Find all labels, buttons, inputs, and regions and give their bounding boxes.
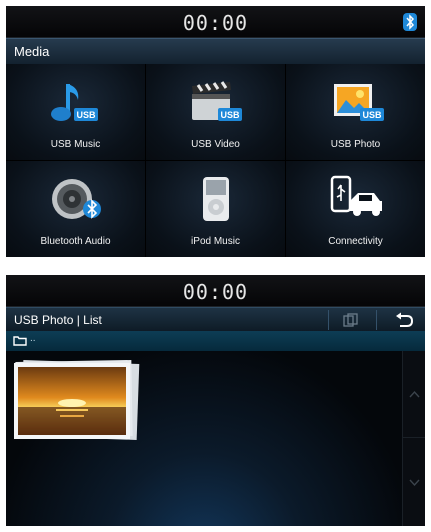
clock: 00:00 — [182, 11, 249, 35]
status-bar: 00:00 — [6, 6, 425, 38]
current-path: .. — [30, 333, 36, 344]
path-bar: .. — [6, 331, 425, 351]
usb-badge: USB — [76, 110, 96, 120]
title-bar: Media — [6, 38, 425, 64]
tile-usb-music[interactable]: USB USB Music — [6, 64, 145, 160]
media-screen: 00:00 Media USB USB Music USB USB Video … — [6, 6, 425, 257]
tile-label: USB Video — [191, 139, 240, 150]
media-grid: USB USB Music USB USB Video USB USB Phot… — [6, 64, 425, 257]
status-bar: 00:00 — [6, 275, 425, 307]
connectivity-icon — [330, 175, 382, 216]
folder-icon — [13, 336, 27, 346]
back-icon[interactable] — [394, 312, 414, 328]
tile-ipod-music[interactable]: iPod Music — [146, 161, 285, 257]
tile-connectivity[interactable]: Connectivity — [286, 161, 425, 257]
copy-icon[interactable] — [343, 313, 359, 327]
tile-label: Connectivity — [328, 236, 383, 247]
tile-label: USB Photo — [330, 139, 381, 150]
divider — [376, 310, 377, 330]
scrollbar[interactable] — [402, 351, 425, 526]
tile-usb-photo[interactable]: USB USB Photo — [286, 64, 425, 160]
photo-list — [6, 351, 402, 526]
divider — [328, 310, 329, 330]
tile-label: iPod Music — [191, 236, 240, 247]
scroll-up[interactable] — [403, 351, 425, 438]
usb-music-icon: USB — [50, 84, 98, 121]
usb-badge: USB — [362, 110, 382, 120]
clock: 00:00 — [182, 280, 249, 304]
usb-video-icon: USB — [191, 81, 242, 121]
tile-usb-video[interactable]: USB USB Video — [146, 64, 285, 160]
usb-badge: USB — [220, 110, 240, 120]
page-title: USB Photo | List — [14, 313, 102, 327]
tile-label: Bluetooth Audio — [40, 236, 111, 247]
chevron-down-icon — [409, 479, 420, 487]
photo-thumbnail[interactable] — [12, 359, 140, 441]
tile-bluetooth-audio[interactable]: Bluetooth Audio — [6, 161, 145, 257]
page-title: Media — [14, 44, 50, 59]
bluetooth-icon — [403, 13, 417, 31]
chevron-up-icon — [409, 390, 420, 398]
title-bar: USB Photo | List — [6, 307, 425, 331]
tile-label: USB Music — [50, 139, 101, 150]
usb-photo-list-screen: 00:00 USB Photo | List .. — [6, 275, 425, 526]
bluetooth-audio-icon — [51, 179, 101, 219]
ipod-icon — [202, 177, 229, 221]
scroll-down[interactable] — [403, 439, 425, 526]
usb-photo-icon: USB — [333, 84, 384, 121]
